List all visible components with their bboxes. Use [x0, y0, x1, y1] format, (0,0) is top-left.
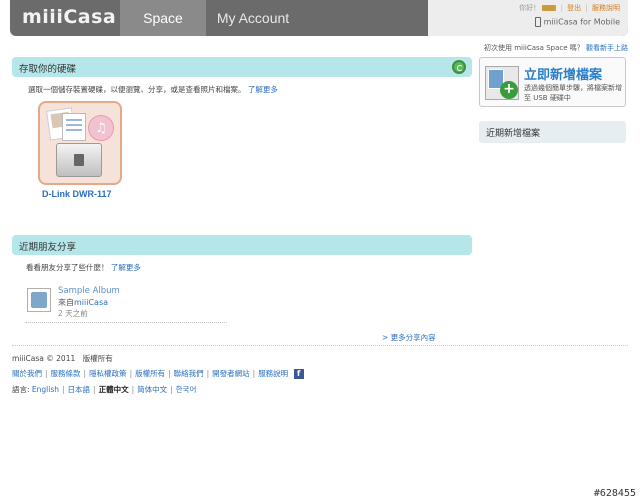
more-shares-link[interactable]: > 更多分享內容 — [382, 332, 436, 343]
language-korean[interactable]: 한국어 — [176, 385, 197, 394]
friends-section-description: 看看朋友分享了些什麼！ 了解更多 — [26, 263, 141, 272]
recent-files-title: 近期新增檔案 — [486, 129, 541, 139]
album-owner-link[interactable]: miiiCasa — [74, 298, 108, 307]
drive-section-title: 存取你的硬碟 — [19, 64, 77, 75]
user-name-badge[interactable] — [542, 5, 557, 11]
album-title-link[interactable]: Sample Album — [58, 286, 120, 296]
phone-icon — [534, 17, 541, 27]
greeting-text: 你好！ — [519, 4, 541, 12]
footer-link-terms[interactable]: 服務條款 — [51, 369, 81, 378]
drive-section-description: 選取一個儲存裝置硬碟，以便瀏覽、分享，或是查看照片和檔案。 了解更多 — [28, 85, 278, 94]
tab-my-account[interactable]: My Account — [206, 0, 300, 36]
friends-section-header: 近期朋友分享 — [12, 235, 472, 255]
header-user-panel: 你好！ | 登出 | 服務說明 miiiCasa for Mobile — [428, 0, 628, 36]
tab-space[interactable]: Space — [120, 0, 206, 36]
refresh-icon[interactable] — [452, 60, 466, 74]
drive-learn-more-link[interactable]: 了解更多 — [248, 85, 278, 94]
language-simplified-chinese[interactable]: 简体中文 — [137, 385, 167, 394]
album-source: 來自miiiCasa — [58, 298, 109, 307]
document-icon — [62, 113, 86, 141]
drive-section-header: 存取你的硬碟 — [12, 57, 472, 77]
mobile-label: miiiCasa for Mobile — [543, 17, 620, 27]
footer-links: 關於我們 | 服務條款 | 隱私權政策 | 版權所有 | 聯絡我們 | 開發者網站 | 服務說明 f — [12, 368, 304, 379]
logout-link[interactable]: 登出 — [567, 4, 581, 12]
friends-learn-more-link[interactable]: 了解更多 — [111, 263, 141, 272]
user-line: 你好！ | 登出 | 服務說明 — [519, 4, 620, 12]
language-japanese[interactable]: 日本語 — [68, 385, 91, 394]
friends-section-title: 近期朋友分享 — [19, 242, 77, 253]
language-english[interactable]: English — [32, 385, 59, 394]
device-label[interactable]: D-Link DWR-117 — [42, 189, 112, 199]
recent-files-header: 近期新增檔案 — [479, 121, 626, 143]
miiicasa-logo[interactable]: miiiCasa — [22, 6, 116, 28]
music-note-icon: ♫ — [88, 115, 114, 141]
footer-link-developers[interactable]: 開發者網站 — [212, 369, 250, 378]
footer-link-help[interactable]: 服務說明 — [258, 369, 288, 378]
watermark-id: #628455 — [593, 488, 636, 499]
facebook-icon[interactable]: f — [293, 369, 304, 379]
intro-line: 初次使用 miiiCasa Space 嗎？ 觀看新手上路 — [484, 43, 628, 53]
add-files-description: 透過幾個簡單步驟，將檔案新增至 USB 硬碟中 — [524, 84, 622, 102]
device-tile[interactable]: ♫ — [38, 101, 122, 185]
footer-link-privacy[interactable]: 隱私權政策 — [89, 369, 127, 378]
top-navigation-bar: miiiCasa Space My Account 你好！ | 登出 | 服務說… — [10, 0, 628, 36]
usb-drive-icon — [56, 143, 102, 177]
language-selector: 語言: English | 日本語 | 正體中文 | 简体中文 | 한국어 — [12, 385, 197, 394]
language-label: 語言: — [12, 385, 30, 394]
album-thumbnail[interactable] — [27, 288, 51, 312]
add-files-button[interactable]: 立即新增檔案 透過幾個簡單步驟，將檔案新增至 USB 硬碟中 — [479, 57, 626, 107]
album-divider — [25, 322, 227, 323]
footer-link-copyright[interactable]: 版權所有 — [135, 369, 165, 378]
add-files-icon — [485, 66, 519, 100]
footer-divider — [12, 345, 628, 346]
album-timestamp: 2 天之前 — [58, 309, 88, 318]
language-traditional-chinese: 正體中文 — [98, 385, 129, 394]
intro-text: 初次使用 miiiCasa Space 嗎？ — [483, 44, 584, 52]
footer-link-contact[interactable]: 聯絡我們 — [174, 369, 204, 378]
mobile-link[interactable]: miiiCasa for Mobile — [534, 17, 620, 27]
add-files-title: 立即新增檔案 — [524, 68, 603, 83]
getting-started-link[interactable]: 觀看新手上路 — [586, 44, 628, 52]
copyright-text: miiiCasa © 2011 版權所有 — [12, 354, 113, 363]
footer-link-about[interactable]: 關於我們 — [12, 369, 42, 378]
help-link[interactable]: 服務說明 — [592, 4, 620, 12]
